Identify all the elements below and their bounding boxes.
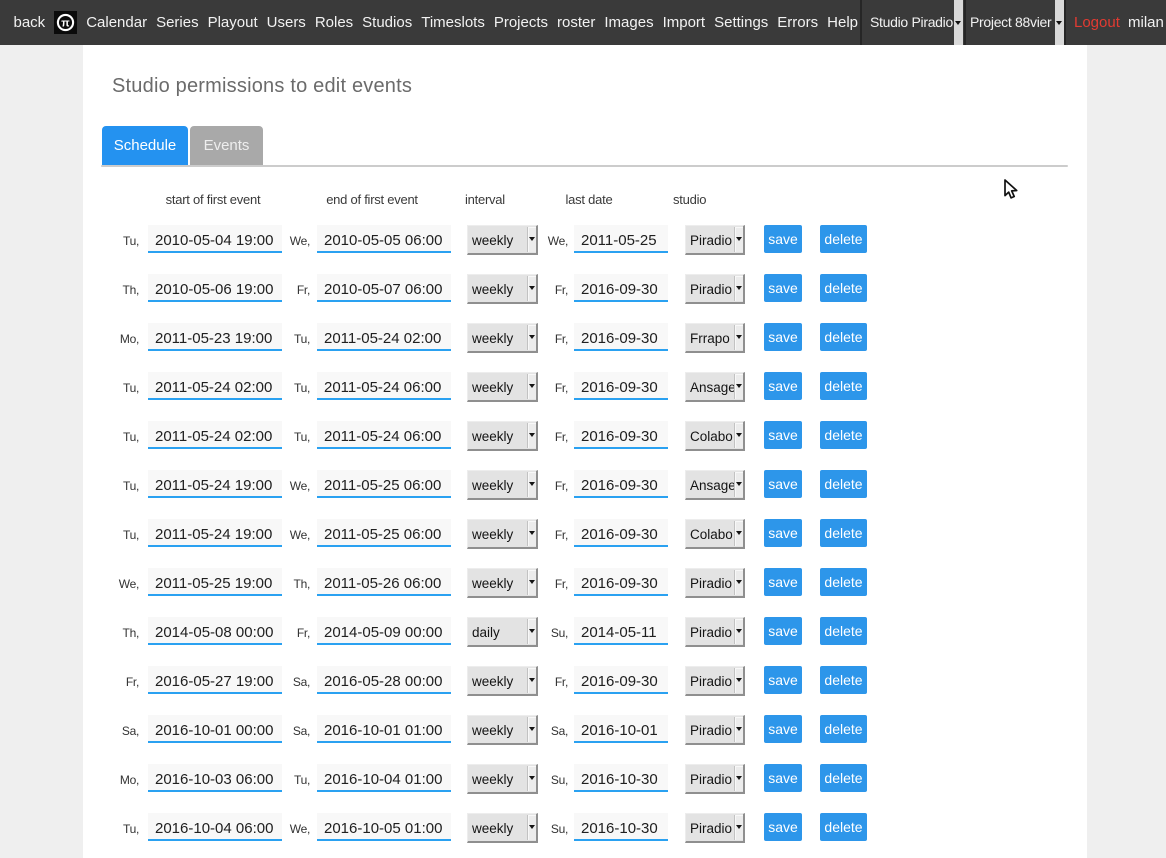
- svg-text:π: π: [61, 18, 70, 30]
